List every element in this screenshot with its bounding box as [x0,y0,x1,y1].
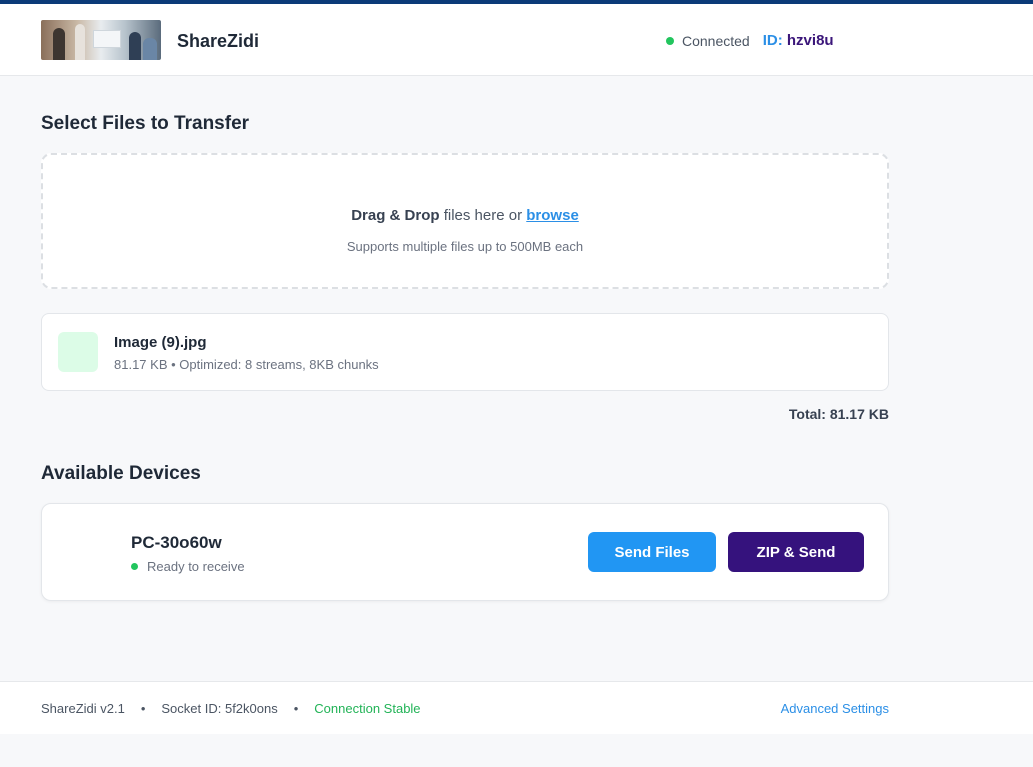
connection-stable-status: Connection Stable [314,701,421,716]
socket-id: Socket ID: 5f2k0ons [161,701,278,716]
app-header: ShareZidi Connected ID: hzvi8u [0,4,1033,76]
device-card: PC-30o60w Ready to receive Send Files ZI… [41,503,889,601]
connection-status: Connected ID: hzvi8u [666,32,834,49]
total-size: Total: 81.17 KB [788,406,889,422]
footer-info: ShareZidi v2.1 • Socket ID: 5f2k0ons • C… [41,701,421,716]
footer-separator: • [293,701,299,716]
brand-name: ShareZidi [177,31,260,51]
dropzone-strong-text: Drag & Drop [351,207,440,224]
advanced-settings-link[interactable]: Advanced Settings [781,701,889,716]
device-id-label: ID: [762,32,783,49]
upload-section-title: Select Files to Transfer [41,113,250,134]
dropzone-support-text: Supports multiple files up to 500MB each [346,239,584,254]
send-files-button[interactable]: Send Files [588,532,716,572]
dropzone-message: Drag & Drop files here or browse [43,207,887,224]
ready-dot-icon [131,563,138,570]
file-meta: 81.17 KB • Optimized: 8 streams, 8KB chu… [114,357,379,372]
status-text: Connected [682,32,750,49]
devices-section-title: Available Devices [41,463,201,484]
zip-send-button[interactable]: ZIP & Send [728,532,864,572]
device-status-text: Ready to receive [147,559,245,574]
file-item: Image (9).jpg 81.17 KB • Optimized: 8 st… [41,313,889,391]
device-id: ID: hzvi8u [763,32,834,49]
device-name: PC-30o60w [131,533,222,552]
file-name: Image (9).jpg [114,334,207,351]
device-id-value: hzvi8u [786,32,834,49]
file-dropzone[interactable]: Drag & Drop files here or browse Support… [41,153,889,289]
browse-link[interactable]: browse [526,207,579,224]
logo-image [41,20,161,60]
status-dot-icon [666,36,674,45]
app-footer: ShareZidi v2.1 • Socket ID: 5f2k0ons • C… [0,681,1033,734]
device-status: Ready to receive [131,559,245,574]
image-file-icon [58,332,98,372]
footer-separator: • [140,701,146,716]
app-version: ShareZidi v2.1 [41,701,125,716]
dropzone-text: files here or [443,207,523,224]
